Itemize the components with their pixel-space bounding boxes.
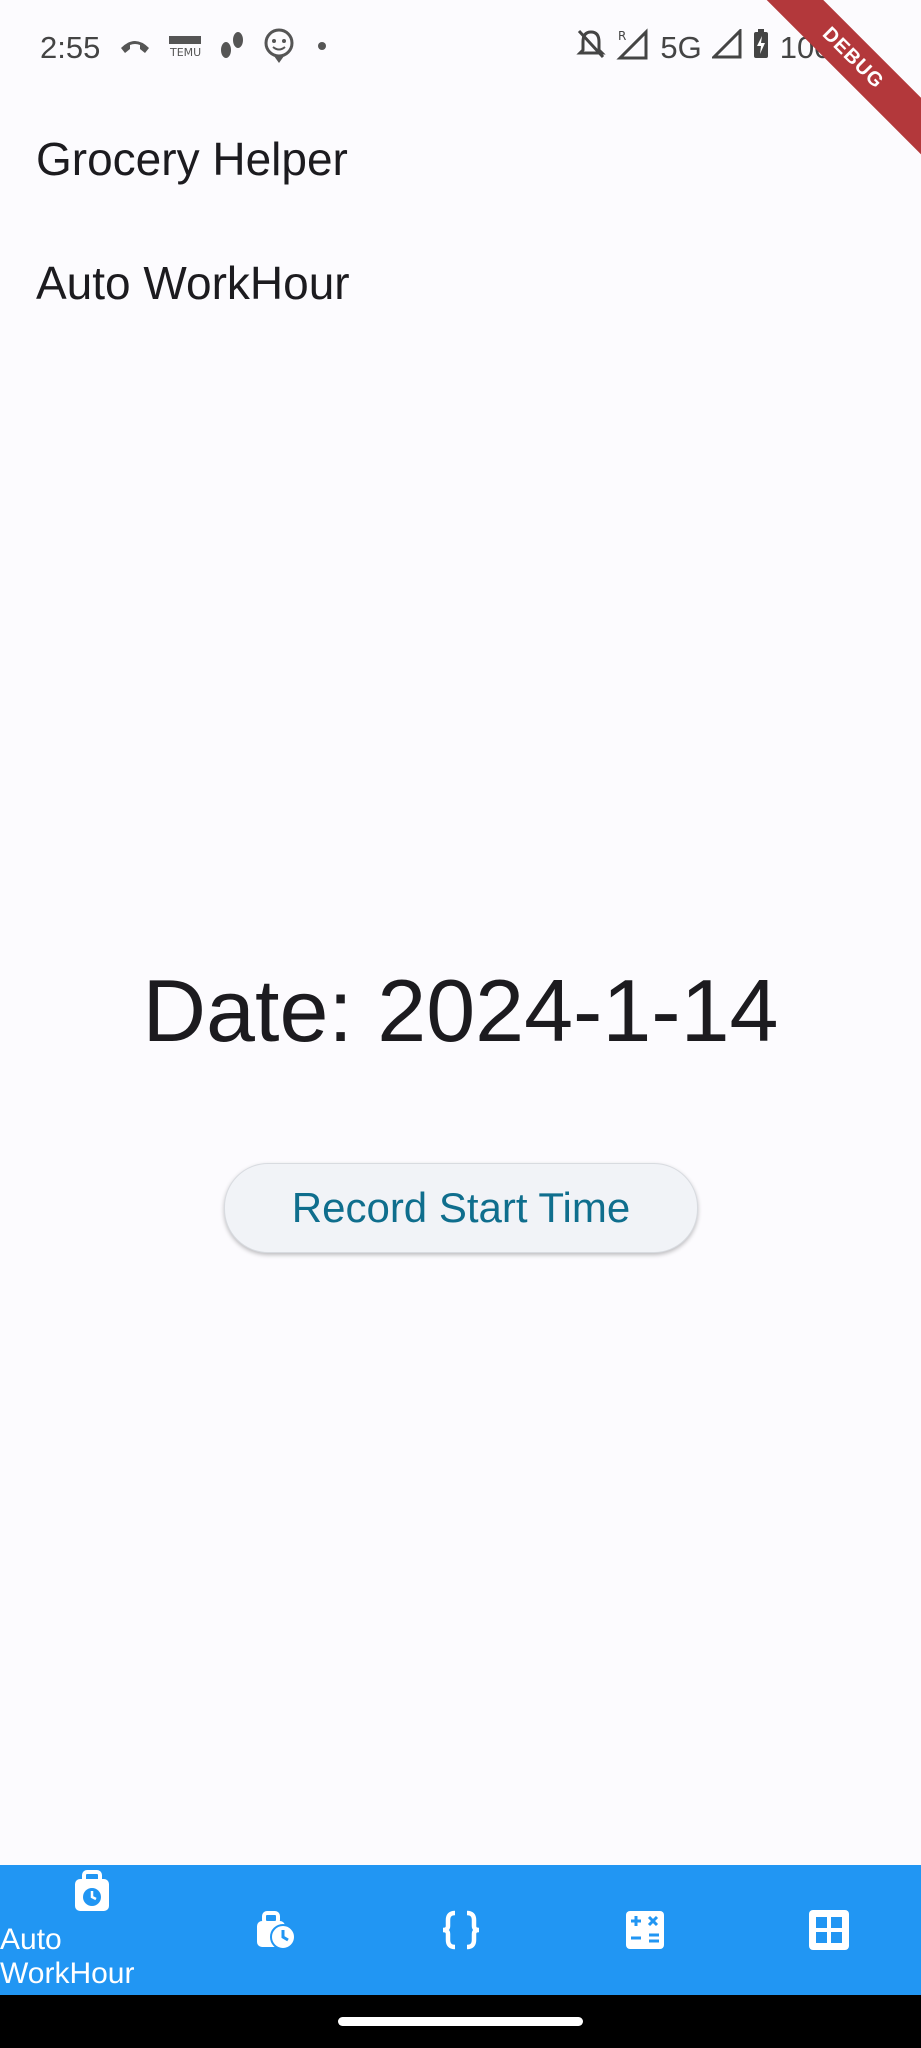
footsteps-icon	[218, 30, 246, 67]
notifications-off-icon	[576, 28, 606, 68]
status-time: 2:55	[40, 30, 101, 65]
bottom-navigation: Auto WorkHour	[0, 1865, 921, 1995]
braces-icon	[442, 1910, 479, 1950]
nav-item-auto-workhour[interactable]: Auto WorkHour	[0, 1865, 184, 1995]
network-type: 5G	[660, 30, 702, 65]
calculator-icon	[625, 1911, 664, 1949]
record-start-time-button[interactable]: Record Start Time	[224, 1163, 698, 1253]
svg-text:R: R	[618, 29, 626, 43]
svg-text:TEMU: TEMU	[169, 46, 201, 58]
work-bag-clock-icon	[75, 1870, 110, 1911]
nav-item-3[interactable]	[368, 1865, 552, 1995]
date-display: Date: 2024-1-14	[142, 961, 779, 1060]
nav-item-5[interactable]	[737, 1865, 921, 1995]
nav-item-4[interactable]	[553, 1865, 737, 1995]
status-left-icons: TEMU	[118, 28, 332, 69]
home-gesture-pill[interactable]	[338, 2017, 583, 2026]
nav-item-2[interactable]	[184, 1865, 368, 1995]
bag-clock-icon	[257, 1911, 297, 1950]
nav-label-auto-workhour: Auto WorkHour	[0, 1923, 135, 1990]
face-location-icon	[262, 28, 296, 69]
signal-icon	[710, 27, 742, 67]
missed-call-icon	[118, 32, 152, 65]
signal-roaming-icon: R	[616, 28, 650, 68]
dot-icon	[312, 36, 332, 61]
grid-icon	[808, 1910, 849, 1950]
system-navigation-bar	[0, 1995, 921, 2048]
temu-icon: TEMU	[168, 34, 202, 63]
battery-charging-icon	[752, 28, 770, 68]
menu-item-auto-workhour[interactable]: Auto WorkHour	[36, 256, 350, 310]
menu-item-grocery-helper[interactable]: Grocery Helper	[36, 132, 348, 186]
